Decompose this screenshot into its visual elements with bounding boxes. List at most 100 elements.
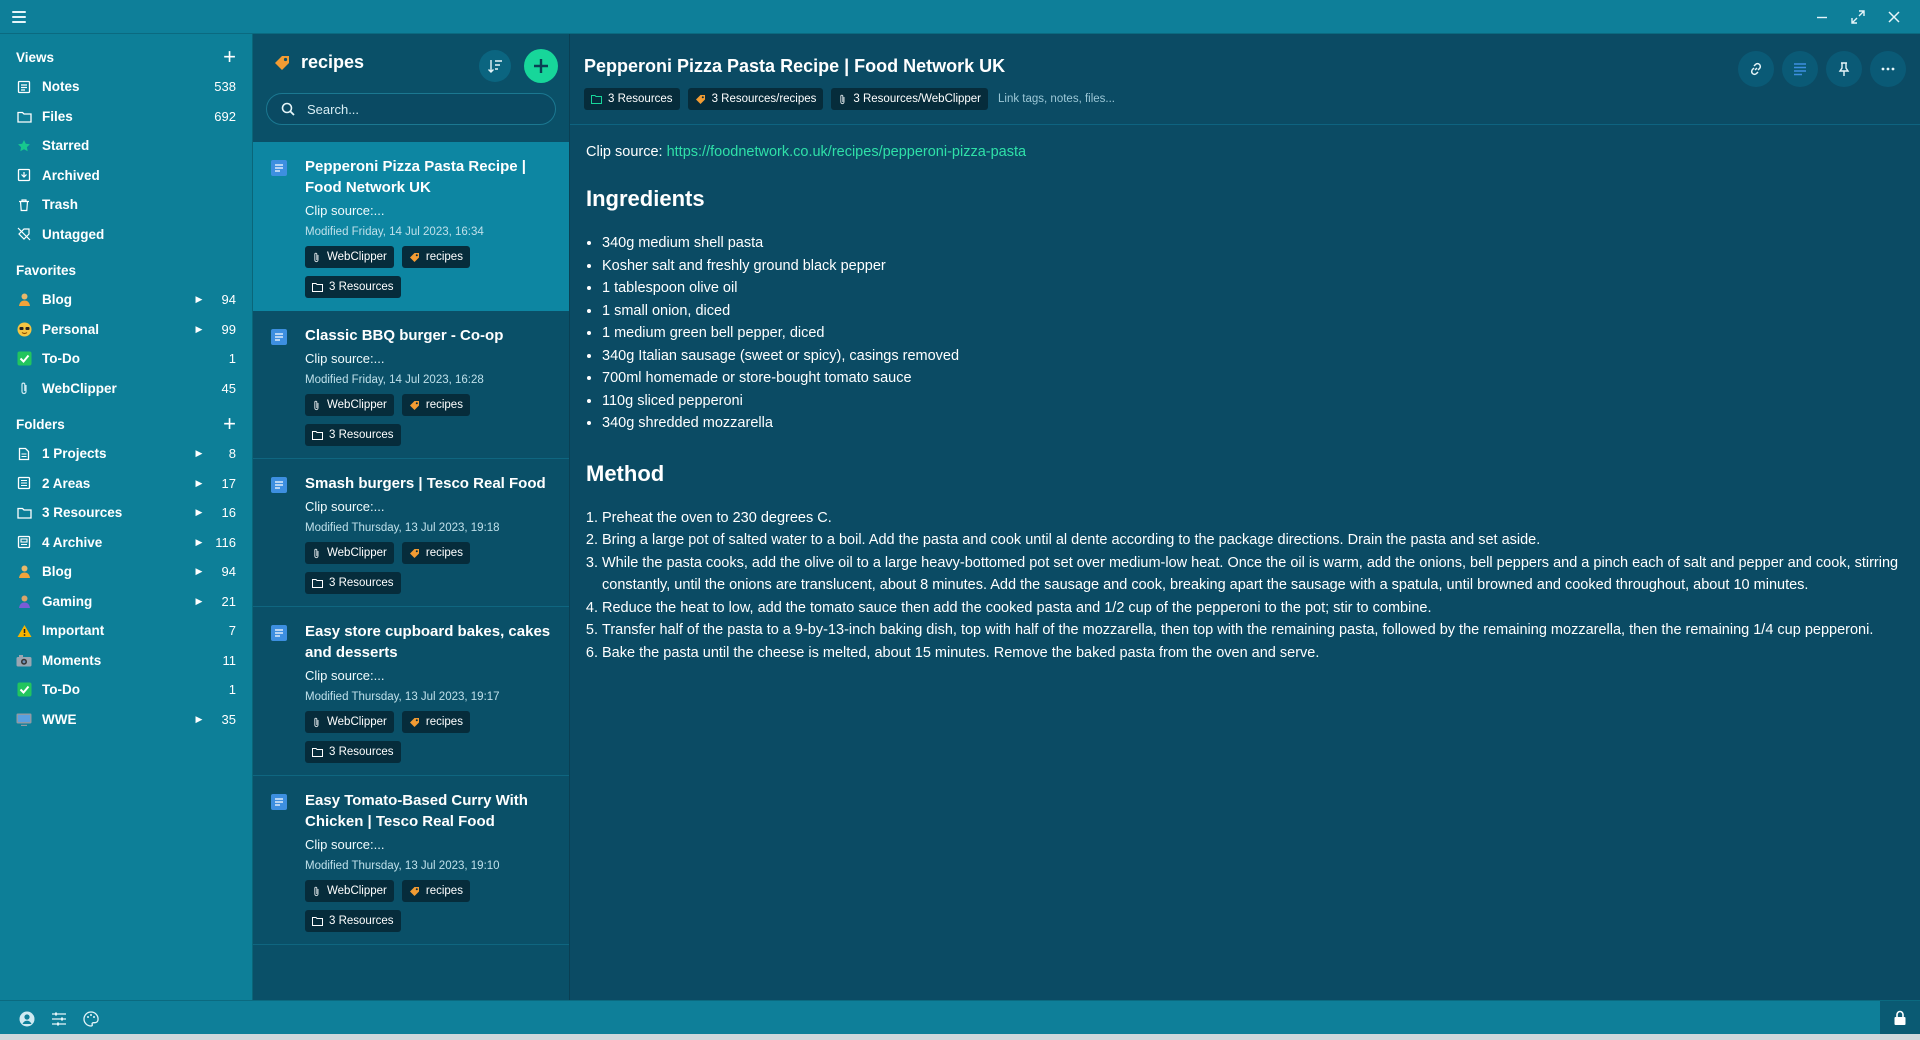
folder-icon <box>312 747 323 757</box>
folders-item-3-resources[interactable]: 3 Resources ▶ 16 <box>0 498 252 528</box>
theme-button[interactable] <box>82 1010 100 1028</box>
outline-button[interactable] <box>1782 51 1818 87</box>
more-options-button[interactable] <box>1870 51 1906 87</box>
expand-arrow-icon[interactable]: ▶ <box>194 596 204 607</box>
folders-item-blog[interactable]: Blog ▶ 94 <box>0 557 252 587</box>
tag-chip-recipes[interactable]: recipes <box>401 711 470 733</box>
clip-source-label: Clip source: <box>586 144 667 160</box>
editor-chip[interactable]: 3 Resources/recipes <box>687 88 824 110</box>
add-view-button[interactable]: + <box>223 46 236 68</box>
close-button[interactable] <box>1876 0 1912 34</box>
checkmark-emoji-icon <box>16 682 32 698</box>
note-card[interactable]: Pepperoni Pizza Pasta Recipe | Food Netw… <box>253 142 569 311</box>
editor-chip[interactable]: 3 Resources/WebClipper <box>831 88 989 110</box>
tag-icon <box>409 252 420 263</box>
folder-chip[interactable]: 3 Resources <box>305 424 401 446</box>
tag-chip-webclipper[interactable]: WebClipper <box>305 394 394 416</box>
folders-item-count: 116 <box>215 534 236 550</box>
warning-emoji-icon <box>16 623 32 639</box>
expand-arrow-icon[interactable]: ▶ <box>194 478 204 489</box>
note-card-title: Easy store cupboard bakes, cakes and des… <box>305 623 551 661</box>
note-list-header: recipes <box>253 34 569 94</box>
folders-item-wwe[interactable]: WWE ▶ 35 <box>0 705 252 735</box>
tag-chip-webclipper[interactable]: WebClipper <box>305 542 394 564</box>
note-title[interactable]: Pepperoni Pizza Pasta Recipe | Food Netw… <box>584 56 1005 77</box>
folders-item-2-areas[interactable]: 2 Areas ▶ 17 <box>0 469 252 499</box>
folders-item-4-archive[interactable]: 4 Archive ▶ 116 <box>0 528 252 558</box>
folder-chip[interactable]: 3 Resources <box>305 572 401 594</box>
note-cards: Pepperoni Pizza Pasta Recipe | Food Netw… <box>253 142 569 945</box>
views-item-count: 538 <box>214 79 236 95</box>
favorites-item-webclipper[interactable]: WebClipper 45 <box>0 374 252 404</box>
note-card-modified: Modified Thursday, 13 Jul 2023, 19:18 <box>305 522 500 534</box>
star-icon <box>16 138 32 154</box>
expand-arrow-icon[interactable]: ▶ <box>194 324 204 335</box>
tag-chip-recipes-label: recipes <box>425 716 463 728</box>
favorites-item-personal[interactable]: Personal ▶ 99 <box>0 315 252 345</box>
views-item-archived[interactable]: Archived <box>0 161 252 191</box>
account-button[interactable] <box>18 1010 36 1028</box>
expand-arrow-icon[interactable]: ▶ <box>194 294 204 305</box>
search-input[interactable] <box>307 101 547 117</box>
tag-chip-recipes[interactable]: recipes <box>401 542 470 564</box>
folders-item-gaming[interactable]: Gaming ▶ 21 <box>0 587 252 617</box>
tag-chip-recipes[interactable]: recipes <box>401 394 470 416</box>
note-card-folder: 3 Resources <box>305 424 554 446</box>
expand-arrow-icon[interactable]: ▶ <box>194 448 204 459</box>
folder-chip[interactable]: 3 Resources <box>305 276 401 298</box>
note-card-snippet: Clip source:... <box>305 351 385 366</box>
tag-chip-recipes-label: recipes <box>425 547 463 559</box>
folder-chip[interactable]: 3 Resources <box>305 910 401 932</box>
tag-chip-webclipper[interactable]: WebClipper <box>305 246 394 268</box>
favorites-item-label: WebClipper <box>42 380 117 396</box>
maximize-button[interactable] <box>1840 0 1876 34</box>
plus-icon <box>534 59 548 73</box>
note-card[interactable]: Easy store cupboard bakes, cakes and des… <box>253 607 569 776</box>
paperclip-icon <box>312 886 321 897</box>
menu-icon[interactable] <box>12 11 26 23</box>
pin-button[interactable] <box>1826 51 1862 87</box>
folders-item-moments[interactable]: Moments 11 <box>0 646 252 676</box>
note-card[interactable]: Easy Tomato-Based Curry With Chicken | T… <box>253 776 569 945</box>
folders-item-to-do[interactable]: To-Do 1 <box>0 675 252 705</box>
favorites-item-label: Blog <box>42 292 72 308</box>
editor-chip[interactable]: 3 Resources <box>584 88 680 110</box>
expand-arrow-icon[interactable]: ▶ <box>194 507 204 518</box>
favorites-item-to-do[interactable]: To-Do 1 <box>0 344 252 374</box>
folders-item-important[interactable]: Important 7 <box>0 616 252 646</box>
views-item-files[interactable]: Files 692 <box>0 102 252 132</box>
minimize-button[interactable] <box>1804 0 1840 34</box>
note-body[interactable]: Clip source: https://foodnetwork.co.uk/r… <box>586 144 1906 664</box>
add-folder-button[interactable]: + <box>223 413 236 435</box>
views-item-notes[interactable]: Notes 538 <box>0 72 252 102</box>
new-note-button[interactable] <box>524 49 558 83</box>
link-hint-input[interactable]: Link tags, notes, files... <box>998 93 1115 105</box>
tag-chip-recipes[interactable]: recipes <box>401 880 470 902</box>
favorites-item-count: 94 <box>221 292 236 308</box>
folders-item-1-projects[interactable]: 1 Projects ▶ 8 <box>0 439 252 469</box>
lock-button[interactable] <box>1880 1001 1920 1035</box>
expand-arrow-icon[interactable]: ▶ <box>194 566 204 577</box>
tag-chip-webclipper-label: WebClipper <box>327 885 387 897</box>
favorites-item-blog[interactable]: Blog ▶ 94 <box>0 285 252 315</box>
tag-chip-webclipper[interactable]: WebClipper <box>305 711 394 733</box>
tag-chip-webclipper[interactable]: WebClipper <box>305 880 394 902</box>
sort-button[interactable] <box>479 50 511 82</box>
expand-arrow-icon[interactable]: ▶ <box>194 537 204 548</box>
link-button[interactable] <box>1738 51 1774 87</box>
views-item-starred[interactable]: Starred <box>0 131 252 161</box>
folder-chip[interactable]: 3 Resources <box>305 741 401 763</box>
clip-source-link[interactable]: https://foodnetwork.co.uk/recipes/pepper… <box>667 144 1026 160</box>
camera-emoji-icon <box>16 652 32 668</box>
folder-chip-label: 3 Resources <box>329 281 394 293</box>
paperclip-icon <box>312 548 321 559</box>
note-card[interactable]: Smash burgers | Tesco Real Food Clip sour… <box>253 459 569 607</box>
views-item-trash[interactable]: Trash <box>0 190 252 220</box>
tag-chip-recipes[interactable]: recipes <box>401 246 470 268</box>
method-step: Reduce the heat to low, add the tomato s… <box>602 597 1906 620</box>
views-item-untagged[interactable]: Untagged <box>0 220 252 250</box>
expand-arrow-icon[interactable]: ▶ <box>194 714 204 725</box>
settings-button[interactable] <box>50 1010 68 1028</box>
folder-icon <box>312 282 323 292</box>
note-card[interactable]: Classic BBQ burger - Co-op Clip source:..… <box>253 311 569 459</box>
